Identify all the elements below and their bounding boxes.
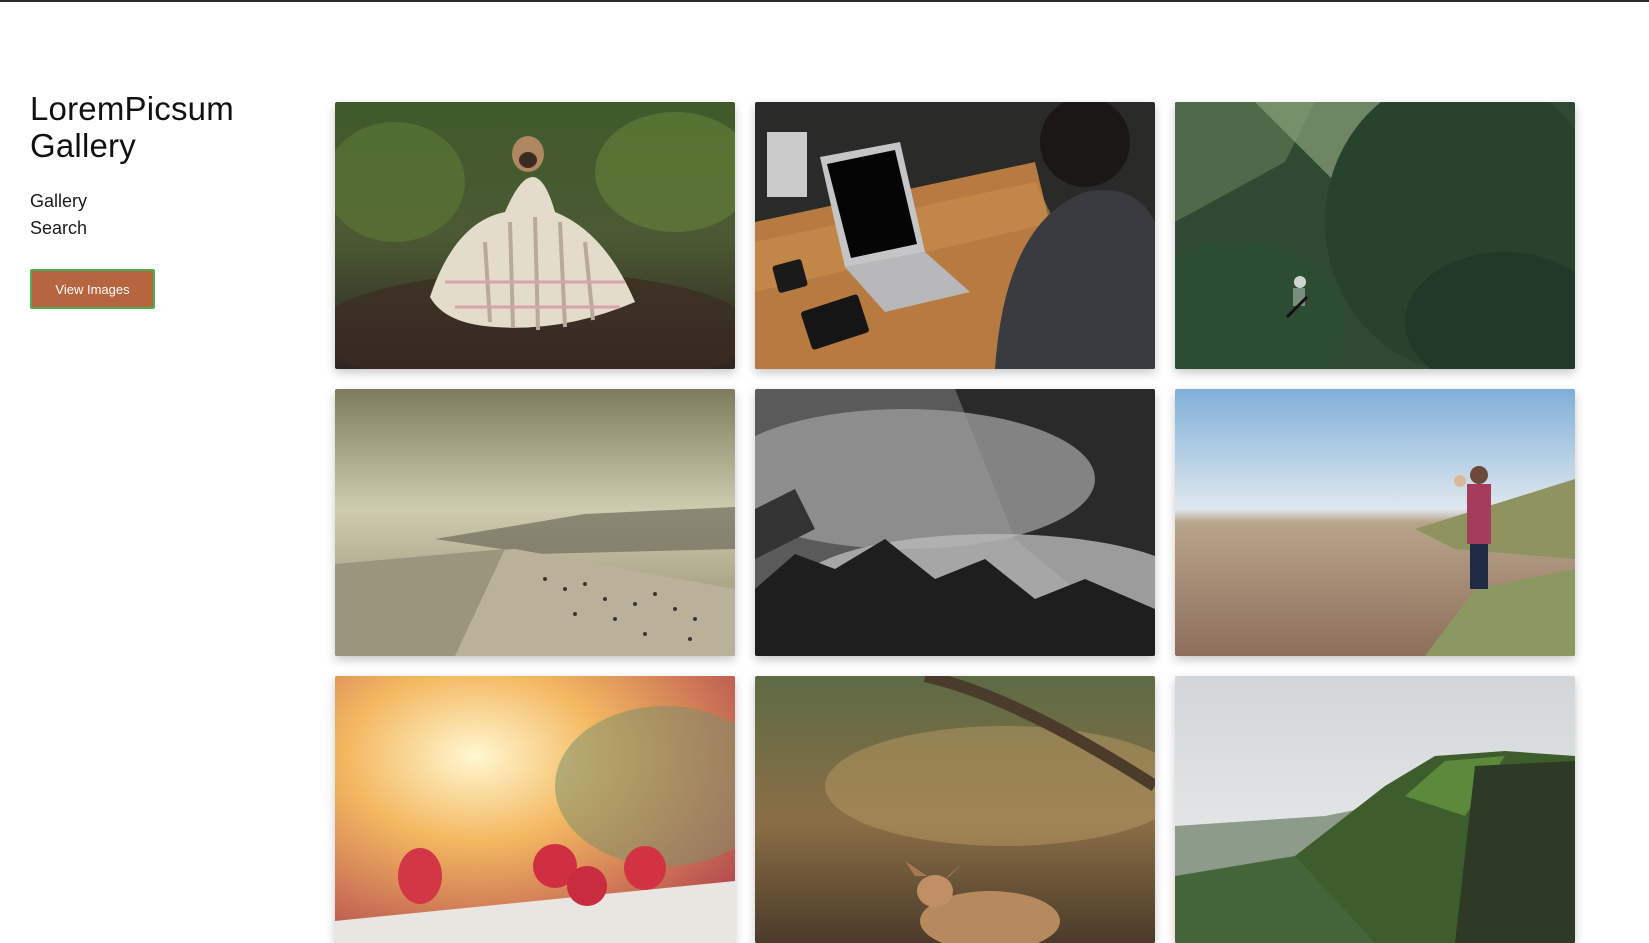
gallery-image-beach[interactable] [335,389,735,656]
laptop-photo [755,102,1155,369]
gallery-image-cliffs[interactable] [1175,676,1575,943]
misty-forest-photo [755,389,1155,656]
sidebar: LoremPicsum Gallery Gallery Search View … [30,90,310,309]
fawn-photo [755,676,1155,943]
image-gallery [335,102,1575,943]
cliffs-photo [1175,676,1575,943]
forest-biker-photo [1175,102,1575,369]
gallery-image-misty-forest[interactable] [755,389,1155,656]
gallery-image-father-child[interactable] [1175,389,1575,656]
gallery-image-fawn[interactable] [755,676,1155,943]
gallery-image-laptop[interactable] [755,102,1155,369]
top-rule [0,0,1649,2]
pug-photo [335,102,735,369]
father-child-photo [1175,389,1575,656]
nav-search-link[interactable]: Search [30,215,310,242]
view-images-button[interactable]: View Images [30,269,155,309]
site-title: LoremPicsum Gallery [30,90,234,164]
gallery-image-raspberries[interactable] [335,676,735,943]
raspberries-photo [335,676,735,943]
beach-photo [335,389,735,656]
nav-gallery-link[interactable]: Gallery [30,188,310,215]
gallery-image-pug[interactable] [335,102,735,369]
gallery-image-forest-biker[interactable] [1175,102,1575,369]
main-nav: Gallery Search [30,188,310,242]
